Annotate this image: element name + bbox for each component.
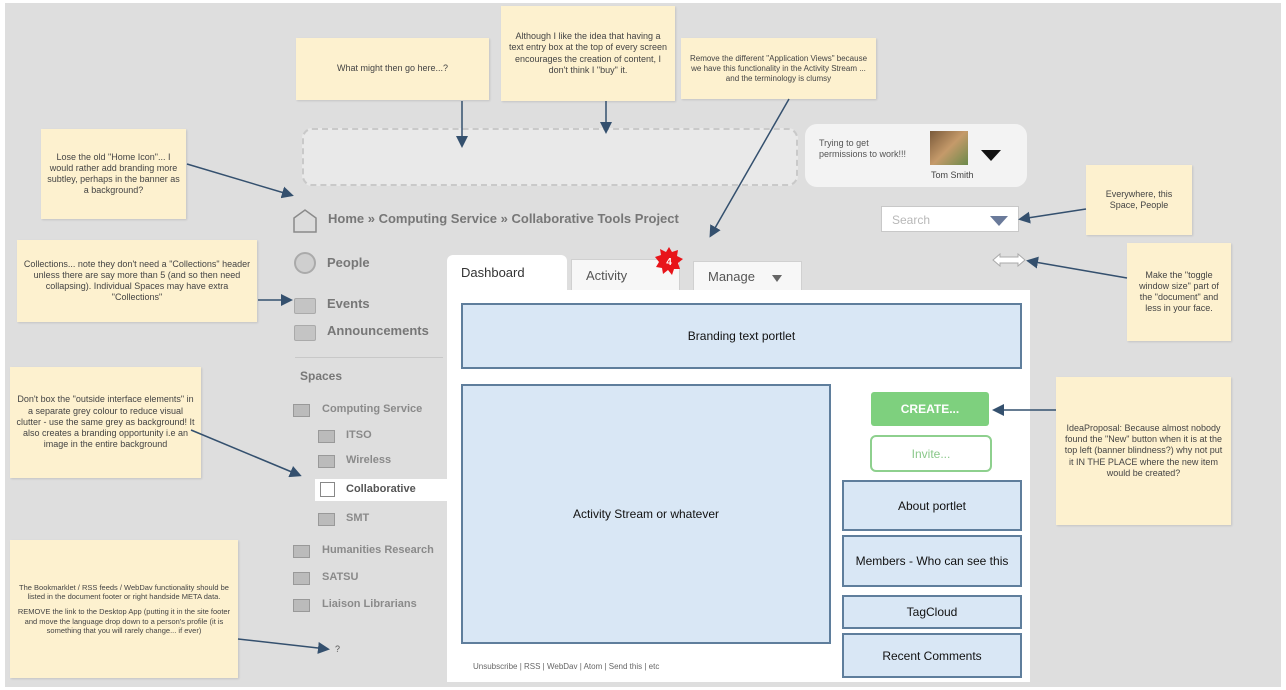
- note-dont-box: Don't box the "outside interface element…: [10, 367, 201, 478]
- space-icon: [320, 482, 335, 497]
- note-bookmarklet: The Bookmarklet / RSS feeds / WebDav fun…: [10, 540, 238, 678]
- note-create-button: IdeaProposal: Because almost nobody foun…: [1056, 377, 1231, 525]
- mockup-canvas: What might then go here...? Although I l…: [5, 3, 1281, 687]
- note-what-goes-here: What might then go here...?: [296, 38, 489, 100]
- note-collections: Collections... note they don't need a "C…: [17, 240, 257, 322]
- invite-button[interactable]: Invite...: [870, 435, 992, 472]
- announcements-icon: [294, 325, 316, 341]
- members-portlet: Members - Who can see this: [842, 535, 1022, 587]
- notification-badge-icon[interactable]: 4: [654, 246, 684, 276]
- search-scope-dropdown-icon[interactable]: [990, 216, 1008, 226]
- create-button[interactable]: CREATE...: [871, 392, 989, 426]
- note-bookmarklet-p1: The Bookmarklet / RSS feeds / WebDav fun…: [19, 582, 229, 601]
- tagcloud-portlet: TagCloud: [842, 595, 1022, 629]
- user-name: Tom Smith: [931, 170, 974, 180]
- space-collaborative[interactable]: Collaborative: [346, 483, 416, 495]
- document-footer-links[interactable]: Unsubscribe | RSS | WebDav | Atom | Send…: [473, 662, 659, 671]
- toggle-window-size-icon[interactable]: [992, 253, 1026, 267]
- nav-events[interactable]: Events: [327, 296, 370, 311]
- note-toggle-window: Make the "toggle window size" part of th…: [1127, 243, 1231, 341]
- nav-people[interactable]: People: [327, 255, 370, 270]
- note-home-icon: Lose the old "Home Icon"... I would rath…: [41, 129, 186, 219]
- about-portlet: About portlet: [842, 480, 1022, 531]
- manage-dropdown-icon[interactable]: [772, 275, 782, 282]
- space-humanities[interactable]: Humanities Research: [322, 544, 434, 556]
- question-mark: ?: [335, 644, 341, 654]
- badge-count: 4: [666, 257, 672, 268]
- note-search-scope: Everywhere, this Space, People: [1086, 165, 1192, 235]
- tab-manage[interactable]: Manage: [693, 261, 802, 290]
- tab-activity-label: Activity: [586, 268, 628, 283]
- text-entry-box[interactable]: [302, 128, 798, 186]
- user-status-message: Trying to get permissions to work!!!: [819, 138, 907, 160]
- spaces-header: Spaces: [300, 369, 343, 383]
- tab-dashboard-label: Dashboard: [461, 265, 525, 280]
- arrow: [190, 429, 302, 478]
- user-panel: Trying to get permissions to work!!! Tom…: [805, 124, 1027, 187]
- space-icon: [318, 430, 335, 443]
- space-itso[interactable]: ITSO: [346, 429, 372, 441]
- nav-divider: [295, 357, 443, 358]
- home-icon[interactable]: [292, 208, 318, 234]
- user-menu-caret-icon[interactable]: [981, 150, 1001, 161]
- nav-announcements[interactable]: Announcements: [327, 323, 429, 338]
- space-liaison[interactable]: Liaison Librarians: [322, 598, 417, 610]
- people-icon: [294, 252, 316, 274]
- events-icon: [294, 298, 316, 314]
- note-bookmarklet-p2: REMOVE the link to the Desktop App (putt…: [17, 607, 231, 636]
- space-icon: [293, 404, 310, 417]
- tab-manage-label: Manage: [708, 269, 755, 284]
- space-icon: [293, 599, 310, 612]
- activity-stream-portlet: Activity Stream or whatever: [461, 384, 831, 644]
- avatar[interactable]: [930, 131, 968, 165]
- space-satsu[interactable]: SATSU: [322, 571, 358, 583]
- note-application-views: Remove the different "Application Views"…: [681, 38, 876, 99]
- space-icon: [293, 572, 310, 585]
- space-icon: [318, 513, 335, 526]
- arrow: [186, 163, 294, 199]
- search-placeholder: Search: [892, 213, 931, 227]
- space-wireless[interactable]: Wireless: [346, 454, 391, 466]
- tab-dashboard[interactable]: Dashboard: [447, 255, 567, 293]
- search-input[interactable]: Search: [881, 206, 1019, 232]
- branding-portlet: Branding text portlet: [461, 303, 1022, 369]
- arrow: [1018, 208, 1087, 224]
- space-icon: [318, 455, 335, 468]
- recent-comments-portlet: Recent Comments: [842, 633, 1022, 678]
- space-icon: [293, 545, 310, 558]
- arrow: [1026, 256, 1128, 279]
- space-smt[interactable]: SMT: [346, 512, 369, 524]
- breadcrumb[interactable]: Home » Computing Service » Collaborative…: [328, 211, 679, 226]
- arrow: [237, 638, 330, 654]
- note-text-entry-box: Although I like the idea that having a t…: [501, 6, 675, 101]
- space-computing-service[interactable]: Computing Service: [322, 403, 422, 415]
